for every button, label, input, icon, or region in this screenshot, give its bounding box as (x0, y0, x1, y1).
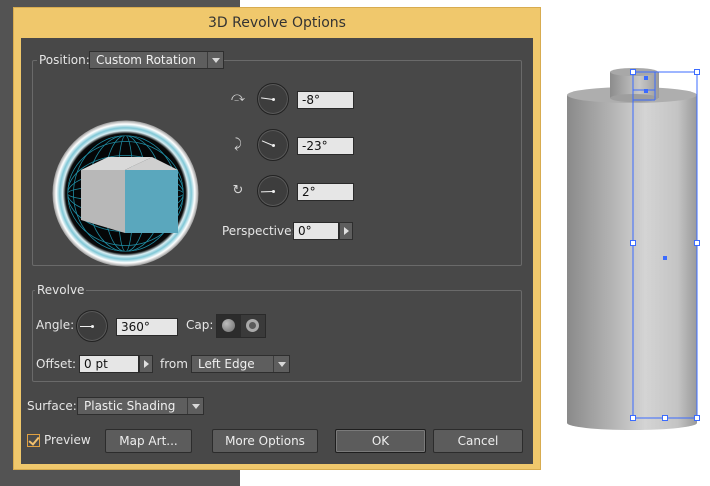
surface-dropdown[interactable]: Plastic Shading (77, 397, 204, 415)
chevron-down-icon (273, 356, 289, 372)
rotate-z-field[interactable]: 2° (297, 183, 354, 201)
cube-front-face (125, 170, 178, 233)
preview-label[interactable]: Preview (44, 433, 91, 447)
dialog-body: Position: Custom Rotation ⤼ -8° ⤸ -23° ↻… (21, 38, 533, 464)
cancel-button[interactable]: Cancel (433, 429, 523, 453)
rotate-y-icon: ⤸ (234, 137, 242, 152)
offset-stepper[interactable] (139, 355, 153, 373)
from-dropdown[interactable]: Left Edge (191, 355, 290, 373)
revolve-angle-field[interactable]: 360° (116, 318, 178, 336)
surface-label: Surface: (27, 399, 77, 413)
more-options-button[interactable]: More Options (212, 429, 318, 453)
track-cube-sphere[interactable] (52, 120, 199, 267)
perspective-field[interactable]: 0° (293, 222, 339, 240)
perspective-stepper[interactable] (339, 222, 353, 240)
position-preset-value: Custom Rotation (96, 53, 196, 67)
cylinder-body (567, 87, 697, 430)
revolve-group-label: Revolve (35, 283, 87, 297)
cap-off-button[interactable] (241, 315, 265, 337)
dial-center (272, 190, 275, 193)
offset-label: Offset: (36, 357, 77, 371)
cap-toggle (216, 314, 266, 338)
rotate-y-dial[interactable] (257, 129, 289, 161)
rotate-x-field[interactable]: -8° (297, 91, 354, 109)
chevron-down-icon (207, 52, 223, 68)
revolve-angle-dial[interactable] (76, 310, 108, 342)
dial-center (272, 144, 275, 147)
from-label: from (160, 357, 188, 371)
revolve-dialog: 3D Revolve Options Position: Custom Rota… (13, 7, 541, 470)
cap-label: Cap: (186, 318, 214, 332)
position-preset-dropdown[interactable]: Custom Rotation (89, 51, 224, 69)
map-art-button[interactable]: Map Art... (105, 429, 192, 453)
ok-button[interactable]: OK (335, 429, 426, 453)
revolved-cylinder-artwork[interactable] (545, 60, 710, 440)
dial-center (272, 98, 275, 101)
surface-value: Plastic Shading (84, 399, 176, 413)
cap-off-icon (246, 319, 259, 332)
from-value: Left Edge (198, 357, 255, 371)
chevron-down-icon (187, 398, 203, 414)
perspective-label: Perspective: (222, 224, 296, 238)
preview-checkbox[interactable] (27, 434, 40, 447)
rotate-z-dial[interactable] (257, 175, 289, 207)
rotate-x-dial[interactable] (257, 83, 289, 115)
dial-center (91, 325, 94, 328)
rotate-z-icon: ↻ (232, 183, 244, 198)
angle-label: Angle: (36, 318, 75, 332)
cap-on-icon (222, 319, 235, 332)
rotate-y-field[interactable]: -23° (297, 137, 354, 155)
offset-field[interactable]: 0 pt (79, 355, 139, 373)
cap-on-button[interactable] (217, 315, 241, 337)
position-label: Position: (37, 53, 92, 67)
dialog-title[interactable]: 3D Revolve Options (14, 8, 540, 38)
rotate-x-icon: ⤼ (231, 90, 245, 105)
